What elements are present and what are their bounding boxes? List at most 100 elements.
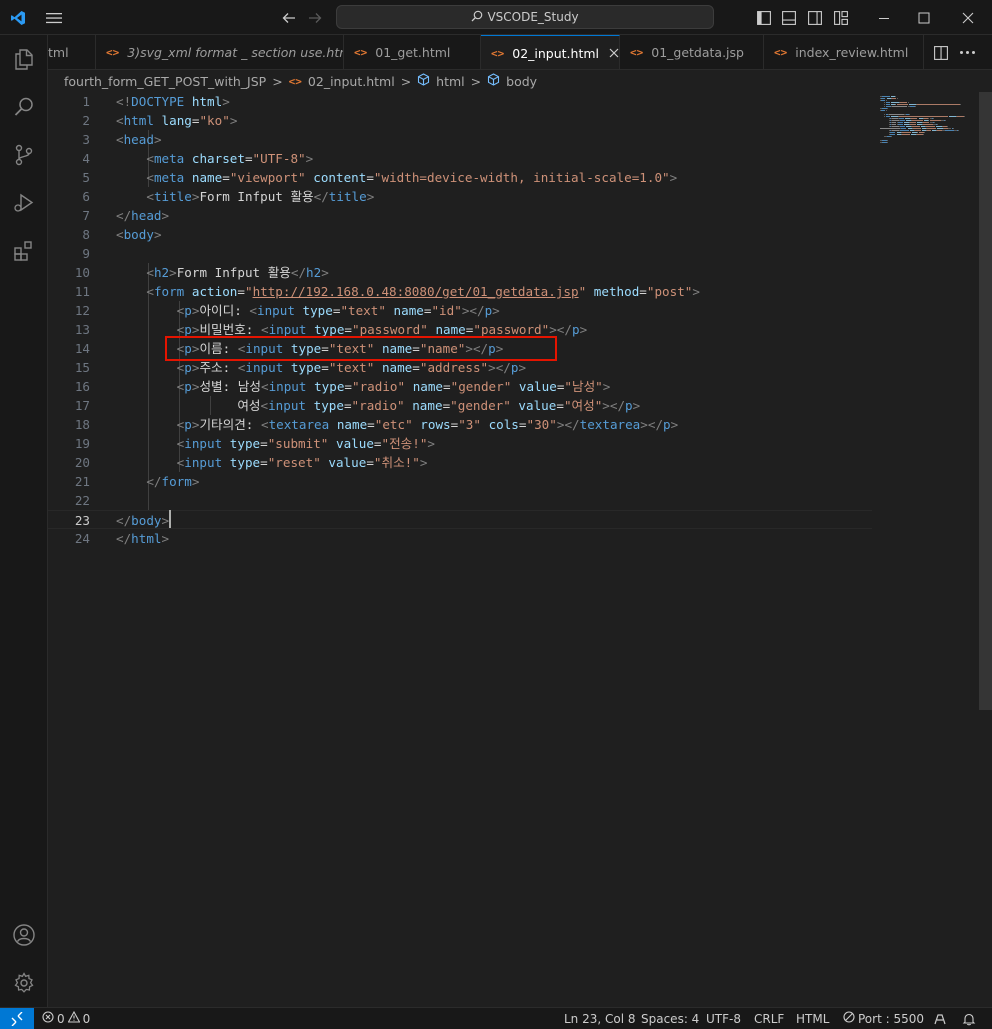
line-number: 17 [74, 398, 90, 413]
html-file-icon: <> [630, 46, 644, 59]
code-line[interactable]: 24 </html> [48, 529, 872, 548]
minimap[interactable] [876, 92, 980, 1007]
indentation[interactable]: Spaces: 4 [641, 1008, 699, 1029]
code-editor[interactable]: 1 <!DOCTYPE html> 2 <html lang="ko"> 3 <head>… [48, 92, 992, 1007]
search-icon[interactable] [0, 85, 48, 129]
split-editor-icon[interactable] [934, 45, 948, 64]
symbol-element-icon [417, 73, 430, 89]
code-line[interactable]: 23 </body> [48, 510, 872, 529]
minimize-icon[interactable] [864, 0, 904, 35]
close-icon[interactable] [948, 0, 988, 35]
code-line[interactable]: 4 <meta charset="UTF-8"> [48, 149, 872, 168]
code-line[interactable]: 10 <h2>Form Infput 활용</h2> [48, 263, 872, 282]
line-number: 14 [74, 341, 90, 356]
code-line[interactable]: 20 <input type="reset" value="취소!"> [48, 453, 872, 472]
toggle-secondary-sidebar-icon[interactable] [806, 0, 824, 35]
text-cursor [169, 510, 171, 528]
code-line[interactable]: 21 </form> [48, 472, 872, 491]
code-line[interactable]: 22 [48, 491, 872, 510]
line-code: 여성<input type="radio" name="gender" valu… [116, 398, 641, 413]
line-code: <meta charset="UTF-8"> [146, 151, 314, 166]
arrow-right-icon[interactable] [304, 0, 326, 35]
problems-indicator[interactable]: 0 0 [42, 1008, 90, 1029]
tab-01-getdata[interactable]: <> 01_getdata.jsp [620, 35, 764, 69]
code-line[interactable]: 5 <meta name="viewport" content="width=d… [48, 168, 872, 187]
code-line[interactable]: 19 <input type="submit" value="전송!"> [48, 434, 872, 453]
line-number: 16 [74, 379, 90, 394]
line-number: 3 [82, 132, 90, 147]
breadcrumb-folder[interactable]: fourth_form_GET_POST_with_JSP [64, 74, 266, 89]
line-number: 24 [74, 531, 90, 546]
toggle-panel-icon[interactable] [780, 0, 798, 35]
symbol-element-icon [487, 73, 500, 89]
language-mode[interactable]: HTML [796, 1008, 829, 1029]
breadcrumb-separator: > [272, 73, 283, 89]
line-code: <form action="http://192.168.0.48:8080/g… [146, 284, 700, 299]
tab-01-get[interactable]: <> 01_get.html [344, 35, 481, 69]
code-line[interactable]: 11 <form action="http://192.168.0.48:808… [48, 282, 872, 301]
cursor-position[interactable]: Ln 23, Col 8 [564, 1008, 636, 1029]
extensions-icon[interactable] [0, 229, 48, 273]
maximize-icon[interactable] [904, 0, 944, 35]
line-code: <head> [116, 132, 162, 147]
customize-layout-icon[interactable] [832, 0, 850, 35]
toggle-primary-sidebar-icon[interactable] [755, 0, 773, 35]
line-number: 23 [74, 513, 90, 528]
breadcrumb-symbol-body[interactable]: body [506, 74, 537, 89]
tab-02-input[interactable]: <> 02_input.html [481, 35, 620, 69]
line-code: </body> [116, 513, 170, 528]
notifications-bell-icon[interactable] [962, 1008, 976, 1029]
code-line[interactable]: 12 <p>아이디: <input type="text" name="id">… [48, 301, 872, 320]
tab-partial[interactable]: tml [48, 35, 96, 69]
source-control-icon[interactable] [0, 133, 48, 177]
line-code: <p>성별: 남성<input type="radio" name="gende… [176, 379, 611, 394]
more-actions-icon[interactable] [960, 51, 975, 54]
code-line[interactable]: 6 <title>Form Infput 활용</title> [48, 187, 872, 206]
breadcrumb-separator: > [400, 73, 412, 89]
tab-label: 01_getdata.jsp [651, 45, 744, 60]
accounts-icon[interactable] [0, 913, 48, 957]
code-line[interactable]: 18 <p>기타의견: <textarea name="etc" rows="3… [48, 415, 872, 434]
breadcrumb-file[interactable]: 02_input.html [308, 74, 395, 89]
tab-label: 01_get.html [375, 45, 451, 60]
code-line[interactable]: 1 <!DOCTYPE html> [48, 92, 872, 111]
code-line[interactable]: 17 여성<input type="radio" name="gender" v… [48, 396, 872, 415]
remote-indicator-icon[interactable] [0, 1008, 34, 1029]
line-number: 4 [82, 151, 90, 166]
editor-tab-bar: tml <> 3)svg_xml format _ section use.ht… [48, 35, 992, 70]
block-icon [843, 1011, 855, 1026]
explorer-icon[interactable] [0, 37, 48, 81]
code-line[interactable]: 9 [48, 244, 872, 263]
line-number: 1 [82, 94, 90, 109]
breadcrumb-separator: > [470, 73, 482, 89]
tab-index-review[interactable]: <> index_review.html [764, 35, 924, 69]
line-code: <title>Form Infput 활용</title> [146, 189, 375, 204]
vertical-scrollbar[interactable] [979, 92, 992, 1007]
live-server-port[interactable]: Port : 5500 [843, 1008, 924, 1029]
command-center-label: VSCODE_Study [487, 10, 579, 24]
manage-gear-icon[interactable] [0, 961, 48, 1005]
run-and-debug-icon[interactable] [0, 181, 48, 225]
scrollbar-thumb[interactable] [979, 92, 992, 710]
tab-close-icon[interactable] [609, 46, 619, 61]
line-code: <input type="reset" value="취소!"> [176, 455, 428, 470]
code-line[interactable]: 16 <p>성별: 남성<input type="radio" name="ge… [48, 377, 872, 396]
code-line[interactable]: 7 </head> [48, 206, 872, 225]
html-file-icon: <> [288, 74, 302, 88]
code-line[interactable]: 3 <head> [48, 130, 872, 149]
tab-svg-xml-format[interactable]: <> 3)svg_xml format _ section use.html [96, 35, 344, 69]
command-center-search[interactable]: VSCODE_Study [336, 5, 714, 29]
html-file-icon: <> [354, 46, 368, 59]
copilot-icon[interactable] [933, 1008, 947, 1029]
file-encoding[interactable]: UTF-8 [706, 1008, 741, 1029]
arrow-left-icon[interactable] [278, 0, 300, 35]
code-line[interactable]: 8 <body> [48, 225, 872, 244]
menu-icon[interactable] [40, 0, 68, 35]
line-code: <meta name="viewport" content="width=dev… [146, 170, 678, 185]
line-code: </html> [116, 531, 170, 546]
line-number: 7 [82, 208, 90, 223]
breadcrumb-symbol-html[interactable]: html [436, 74, 464, 89]
code-line[interactable]: 2 <html lang="ko"> [48, 111, 872, 130]
end-of-line[interactable]: CRLF [754, 1008, 784, 1029]
html-file-icon: <> [774, 46, 788, 59]
